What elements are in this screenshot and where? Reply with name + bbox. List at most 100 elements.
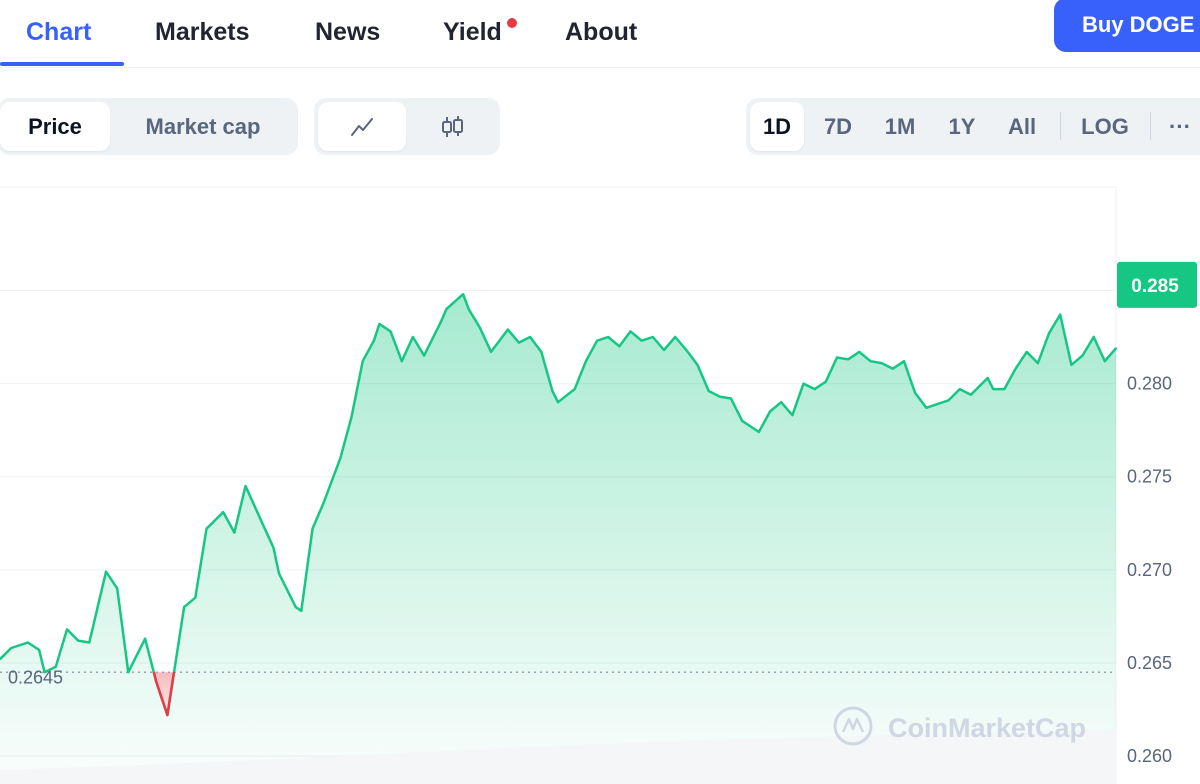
price-point bbox=[1048, 332, 1050, 335]
price-point bbox=[1025, 351, 1028, 353]
price-point bbox=[891, 367, 894, 370]
price-point bbox=[322, 501, 325, 504]
price-point bbox=[183, 606, 186, 608]
price-point bbox=[707, 390, 710, 392]
price-point bbox=[986, 377, 989, 379]
y-axis-ticks: 0.2600.2650.2700.2750.2800.285 bbox=[1127, 280, 1172, 766]
price-point bbox=[272, 546, 275, 549]
price-point bbox=[518, 341, 520, 344]
price-point bbox=[378, 323, 381, 325]
price-point bbox=[640, 339, 643, 342]
current-price-label: 0.285 bbox=[1131, 276, 1179, 297]
price-point bbox=[222, 511, 225, 513]
price-point bbox=[88, 641, 91, 644]
price-point bbox=[674, 336, 677, 338]
price-point bbox=[573, 388, 576, 390]
price-point bbox=[663, 349, 665, 351]
price-point bbox=[506, 328, 509, 331]
price-point bbox=[361, 360, 364, 363]
price-point bbox=[166, 714, 169, 716]
price-point bbox=[54, 665, 57, 668]
price-point bbox=[294, 606, 297, 608]
y-tick-label: 0.270 bbox=[1127, 560, 1172, 580]
price-point bbox=[43, 671, 46, 674]
price-point bbox=[1059, 313, 1062, 316]
price-point bbox=[925, 406, 928, 409]
price-point bbox=[1092, 336, 1095, 338]
price-point bbox=[278, 572, 280, 575]
price-point bbox=[836, 356, 838, 359]
price-point bbox=[66, 628, 68, 631]
price-point bbox=[730, 397, 732, 400]
price-point bbox=[116, 587, 119, 590]
price-point bbox=[958, 388, 961, 390]
price-point bbox=[389, 330, 392, 333]
y-tick-label: 0.260 bbox=[1127, 746, 1172, 766]
price-point bbox=[1037, 362, 1039, 364]
price-point bbox=[261, 522, 264, 525]
price-point bbox=[467, 308, 470, 310]
price-point bbox=[791, 414, 794, 417]
price-point bbox=[233, 531, 236, 534]
price-point bbox=[155, 680, 158, 683]
price-chart: 0.260 0.265 0.270 0.275 0.280 0.285 0.2645 Co… bbox=[0, 186, 1197, 784]
price-point bbox=[585, 360, 587, 363]
y-tick-label: 0.265 bbox=[1127, 653, 1172, 673]
price-point bbox=[400, 360, 403, 363]
y-tick-label: 0.275 bbox=[1127, 467, 1172, 487]
price-point bbox=[462, 293, 464, 296]
price-point bbox=[439, 321, 442, 323]
price-point bbox=[970, 393, 972, 396]
price-point bbox=[596, 339, 598, 342]
price-point bbox=[903, 360, 905, 363]
price-point bbox=[936, 403, 939, 405]
price-point bbox=[824, 380, 827, 383]
price-point bbox=[1070, 364, 1073, 366]
price-point bbox=[758, 431, 760, 433]
price-point bbox=[880, 362, 883, 364]
price-point bbox=[423, 354, 425, 357]
price-point bbox=[1003, 388, 1006, 390]
price-point bbox=[685, 349, 688, 351]
price-point bbox=[445, 308, 448, 310]
price-point bbox=[339, 457, 342, 459]
price-point bbox=[311, 527, 314, 530]
reference-label: 0.2645 bbox=[8, 667, 63, 687]
price-point bbox=[618, 345, 621, 348]
price-point bbox=[652, 336, 654, 338]
price-point bbox=[77, 639, 79, 642]
price-point bbox=[869, 360, 872, 363]
price-point bbox=[479, 326, 481, 329]
price-point bbox=[350, 416, 353, 418]
price-point bbox=[607, 336, 610, 338]
price-point bbox=[813, 388, 816, 390]
current-price-badge: 0.285 bbox=[1117, 261, 1197, 308]
price-point bbox=[847, 358, 850, 361]
price-point bbox=[718, 395, 721, 398]
price-point bbox=[858, 351, 861, 353]
price-point bbox=[914, 392, 916, 394]
price-point bbox=[741, 419, 743, 422]
price-point bbox=[1115, 347, 1117, 350]
price-point bbox=[194, 596, 197, 599]
price-point bbox=[992, 388, 995, 390]
price-point bbox=[244, 485, 247, 487]
price-point bbox=[373, 339, 375, 342]
price-point bbox=[300, 609, 303, 612]
price-point bbox=[551, 390, 554, 392]
watermark-text: CoinMarketCap bbox=[888, 713, 1086, 743]
price-point bbox=[529, 336, 531, 338]
price-point bbox=[144, 637, 147, 640]
price-point bbox=[27, 641, 29, 644]
price-point bbox=[1103, 360, 1106, 363]
price-point bbox=[802, 382, 805, 385]
price-point bbox=[412, 336, 414, 338]
price-point bbox=[1014, 367, 1017, 370]
price-point bbox=[947, 399, 950, 402]
price-point bbox=[769, 410, 771, 413]
price-point bbox=[490, 351, 492, 353]
price-point bbox=[127, 671, 130, 674]
price-point bbox=[1081, 354, 1084, 357]
y-tick-label: 0.280 bbox=[1127, 374, 1172, 394]
price-point bbox=[10, 647, 13, 649]
